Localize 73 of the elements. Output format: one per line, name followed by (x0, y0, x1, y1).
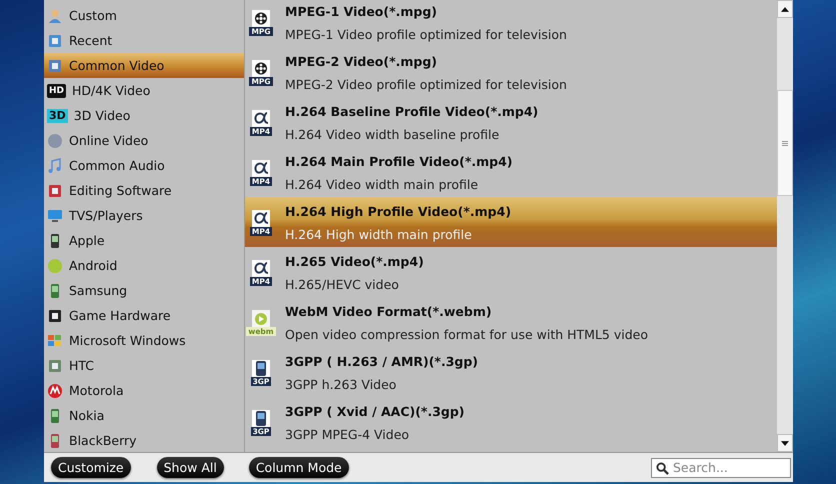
category-label: HD/4K Video (72, 83, 150, 98)
category-label: HTC (69, 358, 94, 373)
format-title: MPEG-2 Video(*.mpg) (285, 54, 438, 69)
category-item[interactable]: Common Audio (44, 153, 244, 178)
format-title: 3GPP ( Xvid / AAC)(*.3gp) (285, 404, 465, 419)
category-item[interactable]: Android (44, 253, 244, 278)
category-label: Game Hardware (69, 308, 171, 323)
category-item[interactable]: Samsung (44, 278, 244, 303)
music-note-icon (47, 158, 63, 174)
category-item[interactable]: Editing Software (44, 178, 244, 203)
scroll-up-button[interactable] (777, 0, 793, 18)
person-icon (47, 8, 63, 24)
search-icon (656, 462, 669, 474)
down-arrow-icon (781, 440, 789, 446)
category-label: Editing Software (69, 183, 172, 198)
scroll-down-button[interactable] (777, 434, 793, 452)
format-description: H.264 High width main profile (285, 227, 473, 242)
category-label: Microsoft Windows (69, 333, 186, 348)
category-item[interactable]: BlackBerry (44, 428, 244, 452)
monitor-icon (47, 208, 63, 224)
format-description: H.264 Video width main profile (285, 177, 480, 192)
format-description: H.265/HEVC video (285, 277, 400, 292)
category-item[interactable]: TVS/Players (44, 203, 244, 228)
category-label: Android (69, 258, 118, 273)
category-item[interactable]: Microsoft Windows (44, 328, 244, 353)
category-item[interactable]: Game Hardware (44, 303, 244, 328)
category-item[interactable]: Nokia (44, 403, 244, 428)
format-title: H.264 Baseline Profile Video(*.mp4) (285, 104, 538, 119)
format-description: 3GPP h.263 Video (285, 377, 398, 392)
hd-icon: HD (47, 84, 66, 98)
category-label: Common Video (69, 58, 164, 73)
customize-button[interactable]: Customize (51, 457, 131, 478)
format-description: 3GPP MPEG-4 Video (285, 427, 410, 442)
scroll-thumb[interactable] (777, 90, 793, 196)
logo-circle-icon (47, 382, 63, 398)
scrollbar[interactable] (777, 0, 793, 452)
3d-icon: 3D (47, 108, 68, 122)
category-item[interactable]: Apple (44, 228, 244, 253)
column-mode-button[interactable]: Column Mode (248, 457, 349, 478)
show-all-button[interactable]: Show All (156, 457, 224, 478)
category-label: Apple (69, 233, 105, 248)
category-item[interactable]: 3D 3D Video (44, 103, 244, 128)
format-description: MPEG-1 Video profile optimized for television (285, 27, 567, 42)
category-item[interactable]: Recent (44, 28, 244, 53)
format-title: H.264 Main Profile Video(*.mp4) (285, 154, 512, 169)
grip-icon (782, 140, 788, 146)
category-item[interactable]: Motorola (44, 378, 244, 403)
format-description: Open video compression format for use with HTML5 video (285, 327, 648, 342)
format-description: H.264 Video width baseline profile (285, 127, 500, 142)
category-label: 3D Video (74, 108, 130, 123)
category-item[interactable]: HD HD/4K Video (44, 78, 244, 103)
format-description: MPEG-2 Video profile optimized for television (285, 77, 567, 92)
format-title: WebM Video Format(*.webm) (285, 304, 493, 319)
category-item[interactable]: Online Video (44, 128, 244, 153)
format-title: MPEG-1 Video(*.mpg) (285, 4, 438, 19)
category-label: Nokia (69, 408, 104, 423)
up-arrow-icon (781, 6, 789, 12)
format-title: H.265 Video(*.mp4) (285, 254, 424, 269)
category-item[interactable]: Common Video (44, 53, 244, 78)
category-item[interactable]: HTC (44, 353, 244, 378)
category-label: TVS/Players (69, 208, 143, 223)
search-field[interactable]: Search... (651, 458, 791, 478)
format-title: H.264 High Profile Video(*.mp4) (285, 204, 512, 219)
category-label: Motorola (69, 383, 124, 398)
category-label: Recent (69, 33, 112, 48)
category-label: Common Audio (69, 158, 165, 173)
format-title: 3GPP ( H.263 / AMR)(*.3gp) (285, 354, 478, 369)
windows-flag-icon (47, 332, 63, 348)
category-label: Samsung (69, 283, 128, 298)
category-item[interactable]: Custom (44, 3, 244, 28)
category-label: Custom (69, 8, 117, 23)
category-label: BlackBerry (69, 433, 137, 448)
category-label: Online Video (69, 133, 148, 148)
